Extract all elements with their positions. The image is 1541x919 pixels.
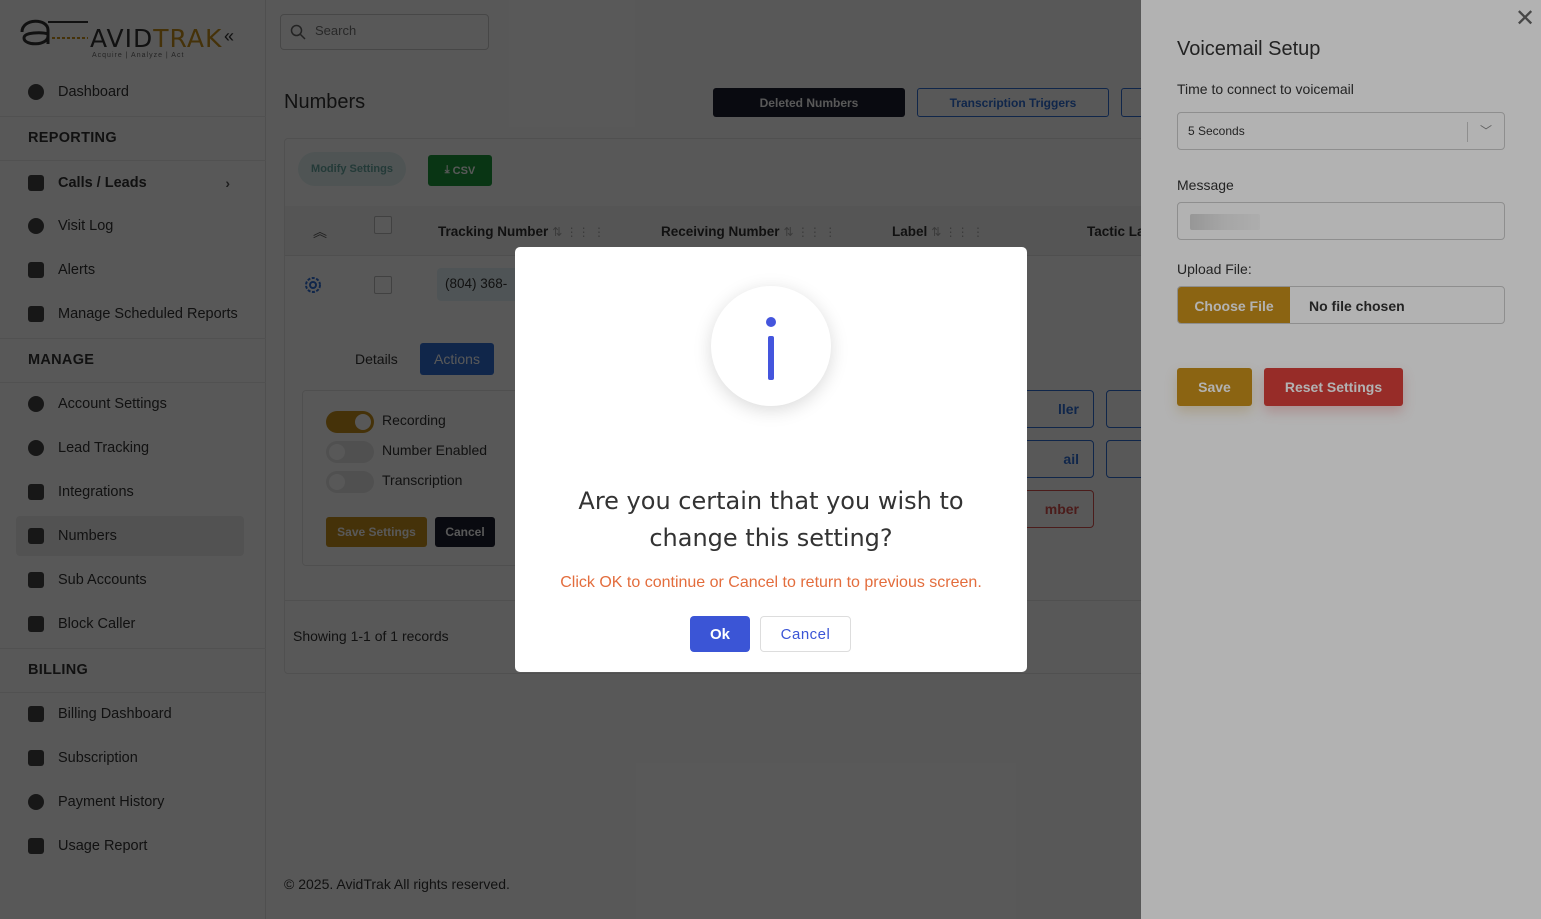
dialog-message: Click OK to continue or Cancel to return…	[560, 574, 982, 591]
info-icon-bar	[768, 336, 774, 380]
info-icon	[711, 286, 831, 406]
confirm-dialog: Are you certain that you wish to change …	[515, 247, 1027, 672]
cancel-button[interactable]: Cancel	[760, 616, 851, 652]
info-icon-dot	[766, 317, 776, 327]
ok-button[interactable]: Ok	[690, 616, 750, 652]
dialog-title: Are you certain that you wish to change …	[578, 487, 964, 552]
